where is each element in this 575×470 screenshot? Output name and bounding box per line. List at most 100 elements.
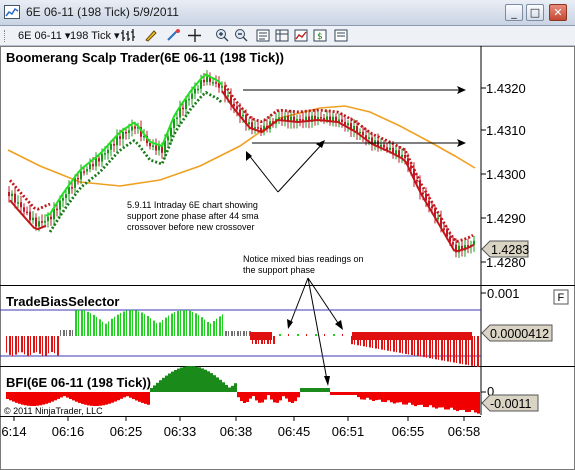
bfi-bar [147, 392, 150, 405]
bias-bar [207, 322, 209, 336]
instrument-label: 6E 06-11 [18, 30, 62, 42]
price-bar [326, 116, 328, 121]
bfi-bar [165, 375, 168, 392]
bias-bar [66, 330, 67, 336]
pencil-icon[interactable] [143, 28, 159, 43]
annotation-line: support zone phase after 44 sma [127, 211, 259, 221]
bias-bar [33, 336, 35, 353]
close-button[interactable]: ✕ [549, 4, 567, 21]
toolbar-grip [4, 30, 8, 42]
bfi-bar [267, 392, 270, 396]
bfi-bar [273, 392, 276, 403]
chart-canvas[interactable]: Boomerang Scalp Trader(6E 06-11 (198 Tic… [0, 46, 575, 470]
bfi-bar [411, 392, 414, 405]
price-bar [182, 107, 184, 110]
solid-line-green [45, 73, 223, 217]
minimize-button[interactable]: _ [505, 4, 523, 21]
bfi-bar [57, 392, 60, 399]
bias-bar [21, 336, 23, 353]
price-bar [194, 88, 196, 94]
bfi-bar [399, 392, 402, 403]
chevron-down-icon: ▾ [114, 30, 120, 42]
bias-bar [216, 318, 217, 336]
bfi-bar [60, 392, 63, 398]
bfi-bar [24, 392, 27, 406]
strategy-icon[interactable] [293, 28, 309, 43]
bias-bar [477, 336, 479, 367]
indicator-icon[interactable]: $ [312, 28, 328, 43]
bias-bar [141, 312, 143, 336]
bfi-bar [444, 392, 447, 410]
bfi-bar [228, 387, 231, 392]
price-bar [149, 143, 151, 147]
bfi-bar [450, 392, 453, 408]
bfi-bar [396, 392, 399, 403]
bfi-bar [21, 392, 24, 405]
price-bar [389, 147, 391, 150]
bfi-bar [348, 392, 351, 395]
price-tick-label: 1.4320 [486, 81, 526, 96]
bfi-bar [102, 392, 105, 406]
zoom-out-icon[interactable] [233, 28, 249, 43]
price-bar [77, 177, 79, 180]
bias-bar [153, 320, 155, 336]
bias-bar [24, 336, 25, 355]
interval-selector[interactable]: 198 Tick ▾ [70, 29, 120, 43]
annotation-line: 5.9.11 Intraday 6E chart showing [127, 200, 258, 210]
bfi-bar [351, 392, 354, 395]
bfi-bar [186, 366, 189, 392]
chart-list-icon[interactable] [333, 28, 349, 43]
bar-style-icon[interactable] [120, 28, 136, 43]
time-tick-label: 06:25 [110, 424, 143, 439]
bfi-bar [342, 392, 345, 395]
bias-bar [162, 319, 163, 336]
bias-bar [60, 330, 61, 336]
time-tick-label: 06:45 [278, 424, 311, 439]
bfi-bar [213, 375, 216, 392]
bias-bar [132, 310, 133, 336]
bfi-bar [417, 392, 420, 405]
bfi-bar [249, 392, 252, 399]
bfi-bar [360, 392, 363, 400]
instrument-selector[interactable]: 6E 06-11 ▾ [18, 29, 70, 43]
bias-bar [123, 311, 125, 336]
bias-bar [462, 336, 463, 365]
bfi-bar [246, 392, 249, 402]
price-bar [158, 146, 160, 151]
bfi-bar [264, 392, 267, 400]
bfi-bar [465, 392, 468, 413]
bfi-bar [438, 392, 441, 408]
bfi-bar [192, 366, 195, 392]
price-bar [203, 79, 205, 83]
bias-bar [6, 336, 7, 353]
bfi-bar [87, 392, 90, 406]
bfi-bar [78, 392, 81, 403]
price-bar [11, 193, 13, 197]
bfi-value-marker: -0.0011 [481, 394, 539, 412]
bfi-bar [93, 392, 96, 406]
properties-icon[interactable] [255, 28, 271, 43]
bias-bar [468, 336, 469, 366]
zoom-in-icon[interactable] [214, 28, 230, 43]
price-bar [110, 144, 112, 150]
crosshair-icon[interactable] [187, 28, 203, 43]
bias-bar [177, 311, 179, 336]
bfi-bar [459, 392, 462, 410]
price-bar [44, 221, 46, 223]
bfi-bar [123, 392, 126, 398]
price-bar [134, 126, 136, 129]
bias-bar [342, 334, 343, 336]
bias-bar [195, 313, 197, 336]
bias-bar [201, 317, 203, 336]
window-titlebar: 6E 06-11 (198 Tick) 5/9/2011 _ □ ✕ [0, 0, 575, 26]
bias-bar [51, 336, 53, 352]
time-tick-label: 6:14 [1, 424, 26, 439]
draw-tools-icon[interactable] [166, 28, 182, 43]
price-bar [14, 193, 16, 203]
bias-bar [183, 310, 185, 336]
maximize-button[interactable]: □ [526, 4, 544, 21]
bias-bar [75, 310, 77, 336]
data-box-icon[interactable] [274, 28, 290, 43]
bias-bar [36, 336, 37, 353]
bias-bar [288, 334, 289, 336]
